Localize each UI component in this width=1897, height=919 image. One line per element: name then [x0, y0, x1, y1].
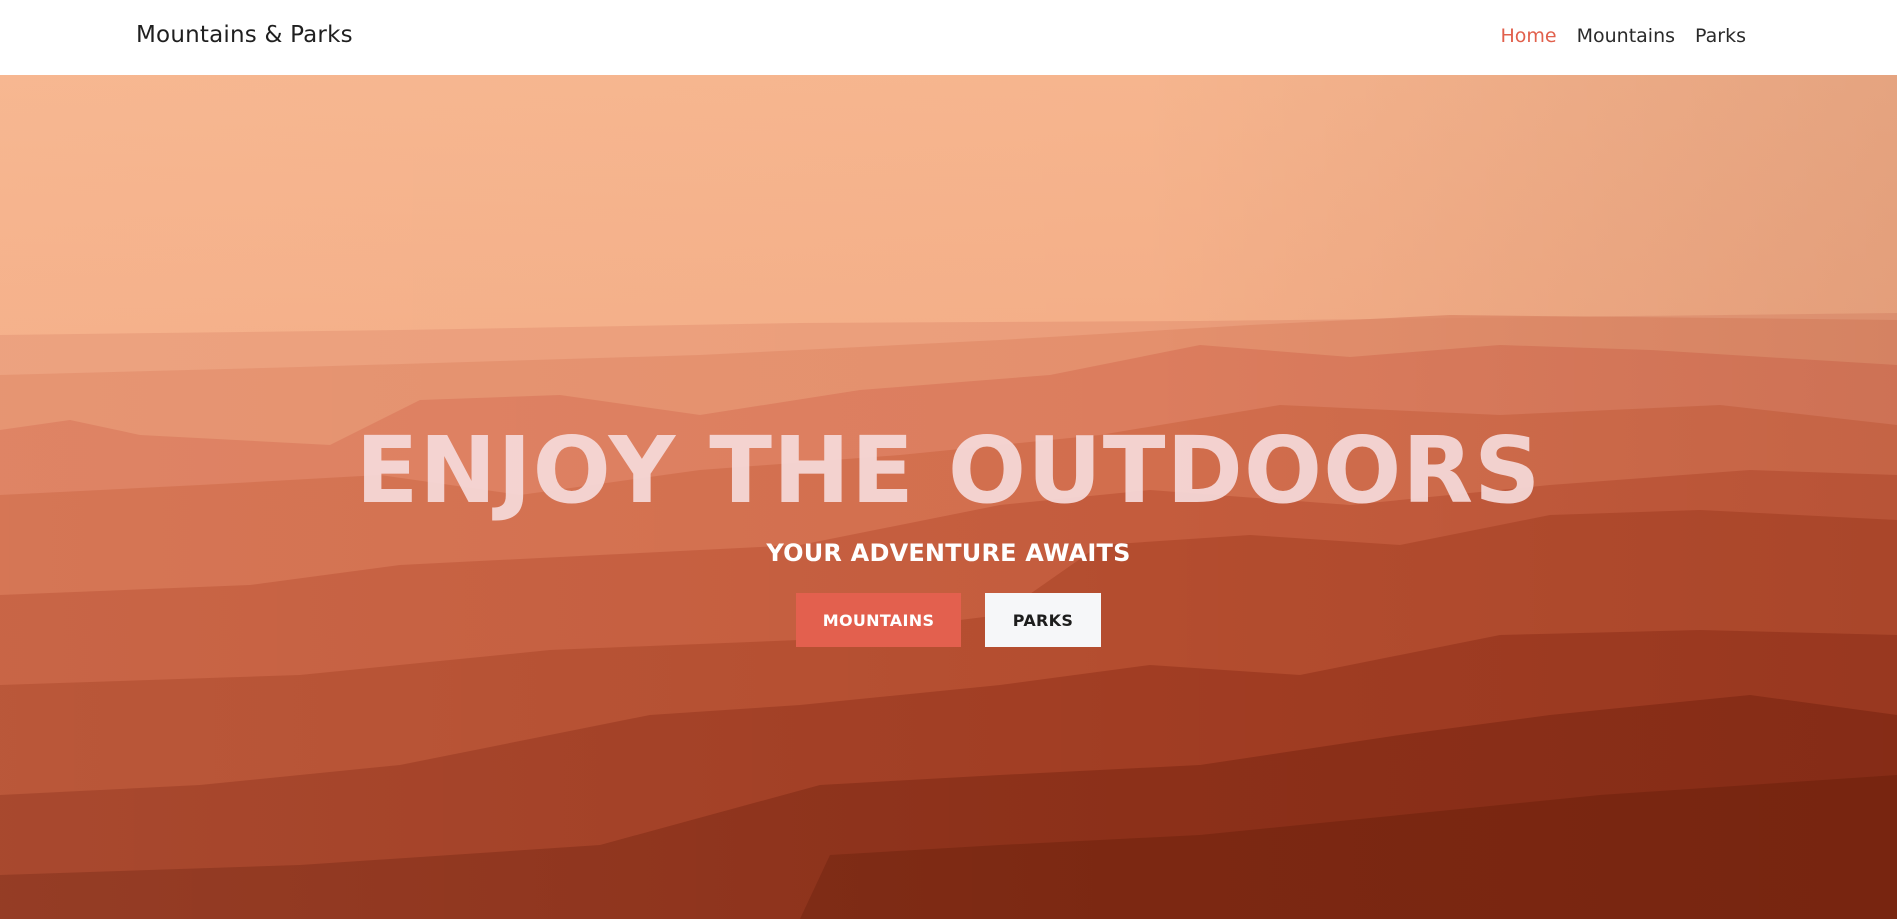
navbar: Mountains & Parks Home Mountains Parks — [0, 0, 1897, 75]
hero-buttons: MOUNTAINS PARKS — [0, 593, 1897, 648]
hero-subtitle: YOUR ADVENTURE AWAITS — [766, 539, 1131, 568]
hero-section: ENJOY THE OUTDOORS YOUR ADVENTURE AWAITS… — [0, 75, 1897, 919]
nav-links: Home Mountains Parks — [1501, 25, 1747, 47]
mountains-button[interactable]: MOUNTAINS — [796, 593, 961, 648]
nav-link-home[interactable]: Home — [1501, 25, 1557, 47]
brand-logo[interactable]: Mountains & Parks — [136, 22, 353, 48]
hero-content: ENJOY THE OUTDOORS YOUR ADVENTURE AWAITS… — [0, 417, 1897, 648]
parks-button[interactable]: PARKS — [985, 593, 1101, 648]
nav-link-parks[interactable]: Parks — [1695, 25, 1746, 47]
hero-title: ENJOY THE OUTDOORS — [355, 417, 1542, 524]
nav-link-mountains[interactable]: Mountains — [1577, 25, 1675, 47]
